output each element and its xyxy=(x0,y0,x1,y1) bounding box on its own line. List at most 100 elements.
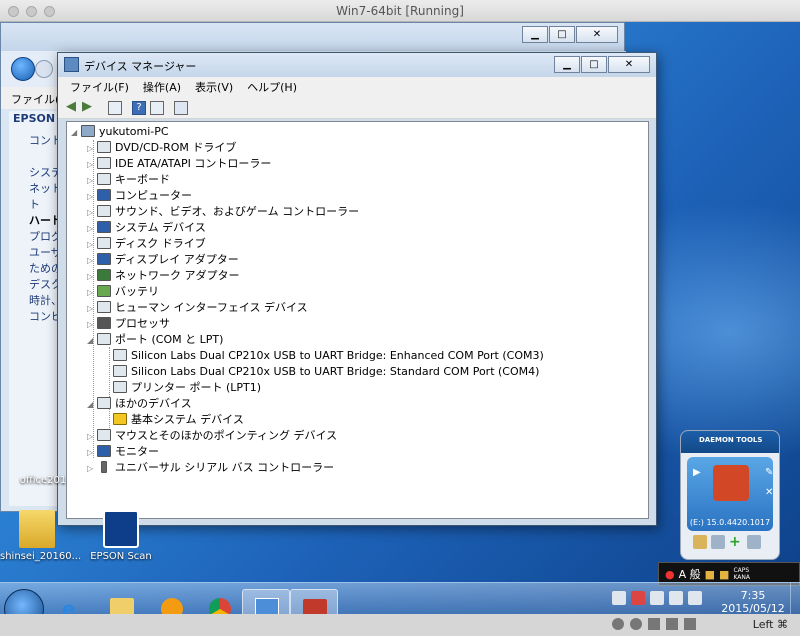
tree-node-dvd[interactable]: ▷ DVD/CD-ROM ドライブ xyxy=(87,140,236,156)
daemon-tools-actions: + xyxy=(681,535,779,549)
daemon-tools-header: DAEMON TOOLS xyxy=(681,431,779,453)
tray-clock[interactable]: 7:35 2015/05/12 xyxy=(718,589,788,615)
sidebar-item-active[interactable]: ハード xyxy=(9,213,64,229)
tree-node-usb[interactable]: ▷ ユニバーサル シリアル バス コントローラー xyxy=(87,460,334,476)
tree-node-lpt1[interactable]: プリンター ポート (LPT1) xyxy=(103,380,261,396)
desktop-icon-shinsei[interactable]: shinsei_20160... xyxy=(0,510,81,562)
minimize-button[interactable]: ▁ xyxy=(522,26,548,43)
help-icon[interactable]: ? xyxy=(132,101,146,115)
tree-node-hid[interactable]: ▷ ヒューマン インターフェイス デバイス xyxy=(87,300,308,316)
close-button[interactable]: ✕ xyxy=(608,56,650,73)
vm-title: Win7-64bit [Running] xyxy=(336,4,464,18)
menu-view[interactable]: 表示(V) xyxy=(195,79,233,95)
tree-node-com4[interactable]: Silicon Labs Dual CP210x USB to UART Bri… xyxy=(103,364,539,380)
sidebar-item[interactable]: コント xyxy=(9,133,64,149)
tree-node-ide[interactable]: ▷ IDE ATA/ATAPI コントローラー xyxy=(87,156,271,172)
tree-node-computer[interactable]: ▷ コンピューター xyxy=(87,188,192,204)
tray-device-icon[interactable] xyxy=(669,591,683,605)
tray-action-center-icon[interactable] xyxy=(631,591,645,605)
view-icon[interactable] xyxy=(150,101,164,115)
wrench-icon[interactable]: ✎ xyxy=(765,467,773,478)
menu-file[interactable]: ファイル( xyxy=(11,91,59,107)
tree-node-sound[interactable]: ▷ サウンド、ビデオ、およびゲーム コントローラー xyxy=(87,204,359,220)
usb-status-icon[interactable] xyxy=(648,618,660,630)
tree-node-monitor[interactable]: ▷ モニター xyxy=(87,444,159,460)
tree-node-base-system-device[interactable]: 基本システム デバイス xyxy=(103,412,244,428)
drive-label: (E:) 15.0.4420.1017 xyxy=(689,518,771,527)
vm-status-bar: Left ⌘ xyxy=(0,614,800,636)
minimize-dot-icon[interactable] xyxy=(26,6,37,17)
device-manager-title: デバイス マネージャー xyxy=(84,60,197,73)
properties-icon[interactable] xyxy=(108,101,122,115)
desktop-icon-office[interactable]: office201 xyxy=(6,462,80,486)
scan-hardware-icon[interactable] xyxy=(174,101,188,115)
caps-kana: CAPS KANA xyxy=(733,567,750,581)
shared-folder-icon[interactable] xyxy=(684,618,696,630)
play-icon[interactable]: ▶ xyxy=(693,467,701,478)
close-dot-icon[interactable] xyxy=(8,6,19,17)
device-manager-toolbar: ◀ ▶ ? xyxy=(58,97,656,119)
dictionary-icon[interactable]: ■ xyxy=(719,568,729,581)
settings-icon[interactable] xyxy=(747,535,761,549)
toolbox-icon[interactable]: ■ xyxy=(705,568,715,581)
ime-icon[interactable]: ● xyxy=(665,568,675,581)
sidebar-item[interactable]: システ xyxy=(9,165,64,181)
tree-node-network[interactable]: ▷ ネットワーク アダプター xyxy=(87,268,240,284)
eject-icon[interactable]: ✕ xyxy=(765,487,773,498)
tree-root[interactable]: ◢ yukutomi-PC xyxy=(71,124,169,140)
ime-mode[interactable]: A 般 xyxy=(679,566,701,582)
tree-node-display[interactable]: ▷ ディスプレイ アダプター xyxy=(87,252,239,268)
control-panel-sidebar: EPSON コント システ ネット ト ハード プログ ユーザ ための デスク … xyxy=(9,111,64,506)
tree-node-keyboard[interactable]: ▷ キーボード xyxy=(87,172,170,188)
sidebar-item[interactable]: ための xyxy=(9,261,64,277)
optical-status-icon[interactable] xyxy=(630,618,642,630)
desktop-icon-epson-scan[interactable]: EPSON Scan xyxy=(84,510,158,562)
office-disc-icon xyxy=(713,465,749,501)
tray-expand-icon[interactable] xyxy=(612,591,626,605)
sidebar-item[interactable]: ネット xyxy=(9,181,64,197)
close-button[interactable]: ✕ xyxy=(576,26,618,43)
sidebar-item[interactable]: プログ xyxy=(9,229,64,245)
windows-desktop: ▁ □ ✕ ファイル( EPSON コント システ ネット ト ハード プログ … xyxy=(0,22,800,636)
tree-node-battery[interactable]: ▷ バッテリ xyxy=(87,284,159,300)
daemon-tools-drive[interactable]: ▶ ✎ ✕ (E:) 15.0.4420.1017 xyxy=(687,457,773,531)
device-manager-titlebar: デバイス マネージャー ▁ □ ✕ xyxy=(58,53,656,77)
epson-scan-icon xyxy=(103,510,139,548)
disk-status-icon[interactable] xyxy=(612,618,624,630)
maximize-button[interactable]: □ xyxy=(549,26,575,43)
tree-node-ports[interactable]: ◢ ポート (COM と LPT) xyxy=(87,332,223,348)
forward-arrow-icon[interactable]: ▶ xyxy=(82,100,96,115)
sidebar-item[interactable]: ト xyxy=(9,197,64,213)
maximize-button[interactable]: □ xyxy=(581,56,607,73)
image-icon[interactable] xyxy=(711,535,725,549)
sidebar-item[interactable]: ユーザ xyxy=(9,245,64,261)
sidebar-item xyxy=(9,149,64,165)
minimize-button[interactable]: ▁ xyxy=(554,56,580,73)
tree-node-processor[interactable]: ▷ プロセッサ xyxy=(87,316,170,332)
add-icon[interactable]: + xyxy=(729,535,743,549)
back-arrow-icon[interactable]: ◀ xyxy=(66,100,80,115)
sidebar-item[interactable]: コンピ xyxy=(9,309,64,325)
network-status-icon[interactable] xyxy=(666,618,678,630)
menu-file[interactable]: ファイル(F) xyxy=(70,79,129,95)
menu-action[interactable]: 操作(A) xyxy=(143,79,181,95)
zoom-dot-icon[interactable] xyxy=(44,6,55,17)
tree-node-mouse[interactable]: ▷ マウスとそのほかのポインティング デバイス xyxy=(87,428,337,444)
forward-button[interactable] xyxy=(35,60,53,78)
control-panel-window-buttons: ▁ □ ✕ xyxy=(522,26,618,43)
mount-icon[interactable] xyxy=(693,535,707,549)
tray-network-icon[interactable] xyxy=(650,591,664,605)
tree-node-other-devices[interactable]: ◢ ほかのデバイス xyxy=(87,396,192,412)
tree-node-disk[interactable]: ▷ ディスク ドライブ xyxy=(87,236,206,252)
folder-icon xyxy=(19,510,55,548)
tree-node-com3[interactable]: Silicon Labs Dual CP210x USB to UART Bri… xyxy=(103,348,544,364)
menu-help[interactable]: ヘルプ(H) xyxy=(247,79,297,95)
device-manager-icon xyxy=(64,57,79,72)
sidebar-item[interactable]: 時計、 xyxy=(9,293,64,309)
sidebar-item[interactable]: デスク xyxy=(9,277,64,293)
host-key: Left ⌘ xyxy=(752,618,788,631)
tray-volume-icon[interactable] xyxy=(688,591,702,605)
device-manager-menubar: ファイル(F) 操作(A) 表示(V) ヘルプ(H) xyxy=(58,77,656,97)
tree-node-system[interactable]: ▷ システム デバイス xyxy=(87,220,206,236)
back-button[interactable] xyxy=(11,57,35,81)
